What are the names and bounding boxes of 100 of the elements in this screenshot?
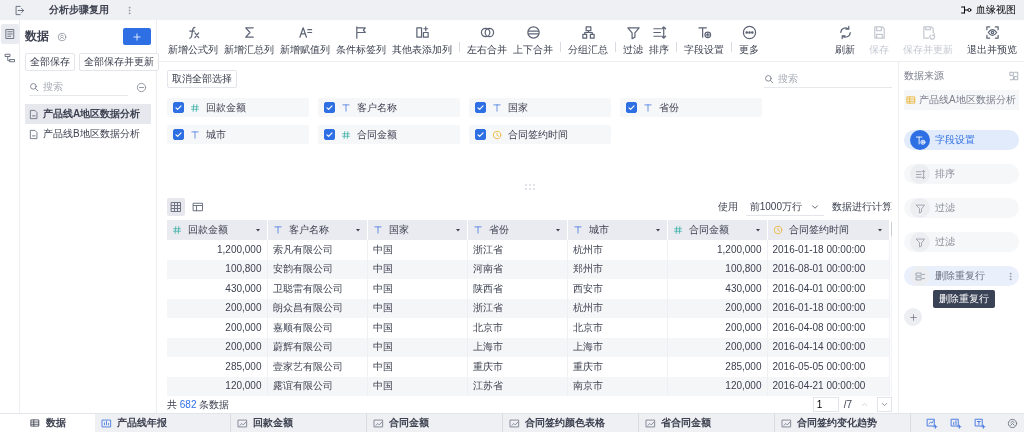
toolbar-button[interactable]: 分组汇总 [565,25,611,56]
table-cell: 中国 [367,357,467,377]
toolbar-button[interactable]: 其他表添加列 [389,25,455,56]
table-cell: 200,000 [167,298,267,318]
table-cell: 2016-01-18 00:00:00 [767,240,889,260]
data-tab[interactable]: 数据 [0,413,95,432]
table-cell: 2016-05-05 00:00:00 [767,357,889,377]
lineage-button[interactable]: 血缘视图 [960,4,1016,16]
search-field[interactable]: 搜索 [778,72,892,85]
page-total: /7 [843,398,852,411]
column-header[interactable]: 回款金额 [167,220,267,240]
checkbox[interactable] [173,129,184,140]
view-toggle[interactable] [167,198,185,216]
toolbar-button[interactable]: 上下合并 [510,25,556,56]
sheet-tab[interactable]: 产品线年报 [95,413,231,432]
list-item[interactable]: 产品线A地区数据分析 [25,104,151,124]
table-cell: 嘉顺有限公司 [267,318,367,338]
toolbar-button[interactable]: 退出并预览 [964,25,1020,56]
add-button[interactable] [123,28,151,45]
checkbox[interactable] [475,102,486,113]
search-icon [764,73,774,84]
table-cell: 中国 [367,376,467,396]
table-cell: 200,000 [167,337,267,357]
toolbar-button[interactable]: 新增公式列 [165,25,221,56]
list-item[interactable]: 产品线B地区数据分析 [25,124,151,144]
field-name: 客户名称 [357,101,397,114]
page-input[interactable]: 1 [812,397,839,412]
table-cell: 杭州市 [567,240,667,260]
scrollbar-thumb[interactable] [890,222,892,236]
table-cell: 上海市 [467,337,567,357]
toolbar-button[interactable]: 排序 [646,25,672,56]
table-cell: 2016-04-08 00:00:00 [767,318,889,338]
field-name: 国家 [508,101,528,114]
table-cell: 上海市 [567,337,667,357]
table-cell: 中国 [367,279,467,299]
field-item[interactable]: 合同签约时间 [469,125,611,144]
toolbar-button[interactable]: 新增汇总列 [221,25,277,56]
dedupe-icon [914,270,926,282]
row-limit-select[interactable]: 前1000万行 [745,198,824,216]
sheet-tab[interactable]: 回款金额 [231,413,367,432]
field-item[interactable]: 回款金额 [167,98,309,117]
field-item[interactable]: 合同金额 [318,125,460,144]
deselect-all-button[interactable]: 取消全部选择 [167,70,237,88]
chart-icon [509,417,520,429]
sheet-tab[interactable]: 合同签约颜色表格 [503,413,639,432]
table-cell: 露谊有限公司 [267,376,367,396]
sheet-tab[interactable]: 合同签约变化趋势 [775,413,911,432]
panel-title: 数据来源 [904,70,944,82]
add-step-button[interactable] [904,308,922,326]
table-cell: 200,000 [667,337,767,357]
column-header[interactable]: 城市 [567,220,667,240]
toolbar-button[interactable]: 新增赋值列 [277,25,333,56]
collapse-button[interactable] [57,31,67,42]
check-icon [325,130,334,139]
rail-button[interactable] [0,24,19,44]
column-header[interactable]: 客户名称 [267,220,367,240]
toolbar-button[interactable]: 字段设置 [681,25,727,56]
toolbar-button[interactable]: 左右合并 [464,25,510,56]
number-type-icon [172,225,182,235]
document-icon [28,108,39,120]
sheet-tab[interactable]: 合同金额 [367,413,503,432]
expand-button[interactable] [1009,71,1019,81]
table-cell: 100,800 [167,259,267,279]
step-item[interactable]: 删除重复行 [904,266,1019,286]
table-cell: 2016-04-21 00:00:00 [767,376,889,396]
column-header[interactable]: 国家 [367,220,467,240]
sheet-tab[interactable]: 省合同金额 [639,413,775,432]
toolbar-button[interactable]: 刷新 [832,25,858,56]
save-button[interactable]: 全部保存 [25,53,75,71]
field-item[interactable]: 省份 [620,98,762,117]
more-button[interactable] [125,5,134,15]
checkbox[interactable] [324,129,335,140]
field-item[interactable]: 城市 [167,125,309,144]
step-item[interactable]: 字段设置 [904,130,1019,150]
toolbar-button[interactable]: 更多 [736,25,762,56]
clock-icon [772,225,783,235]
source-item[interactable]: 产品线A地区数据分析 [904,90,1019,110]
table-cell: 中国 [367,259,467,279]
chevron-up-icon [860,400,869,409]
checkbox[interactable] [173,102,184,113]
toolbar-button[interactable]: 条件标签列 [333,25,389,56]
checkbox[interactable] [324,102,335,113]
check-icon [476,130,485,139]
toolbar-button[interactable]: 过滤 [620,25,646,56]
column-header[interactable]: 合同金额 [667,220,767,240]
column-header[interactable]: 合同签约时间 [767,220,889,240]
field-item[interactable]: 客户名称 [318,98,460,117]
save-button[interactable]: 全部保存并更新 [79,53,159,71]
checkbox[interactable] [475,129,486,140]
plus-icon [908,312,918,322]
field-name: 回款金额 [206,101,246,114]
field-item[interactable]: 国家 [469,98,611,117]
table-cell: 索凡有限公司 [267,240,367,260]
exit-button[interactable] [14,4,25,16]
collapse-all-button[interactable] [136,82,147,93]
next-page-button[interactable] [877,397,892,412]
search-field[interactable]: 搜索 [43,81,128,93]
checkbox[interactable] [626,102,637,113]
column-header[interactable]: 省份 [467,220,567,240]
drag-handle[interactable] [524,184,535,190]
